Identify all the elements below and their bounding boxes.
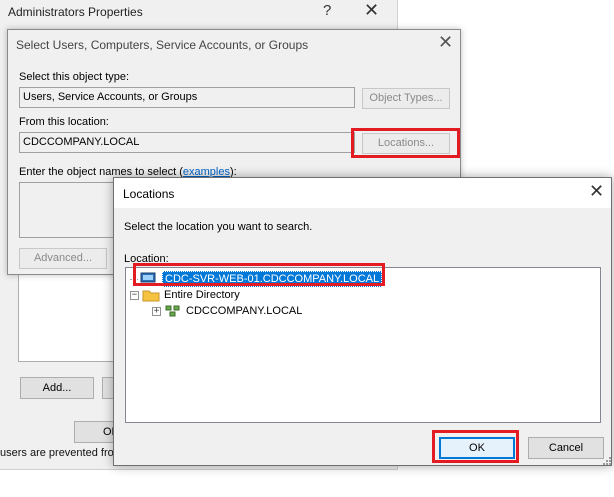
dialog-title: Locations — [123, 187, 175, 201]
locations-highlight-box — [351, 128, 460, 158]
collapse-icon[interactable]: − — [130, 290, 139, 300]
close-icon[interactable]: ✕ — [364, 0, 379, 21]
locations-dialog: Locations ✕ Select the location you want… — [113, 177, 612, 466]
tree-item-label: CDCCOMPANY.LOCAL — [186, 305, 303, 317]
object-type-label: Select this object type: — [19, 71, 130, 83]
object-types-button[interactable]: Object Types... — [362, 88, 450, 109]
info-text: users are prevented from — [0, 447, 116, 459]
tree-item-domain[interactable]: + CDCCOMPANY.LOCAL — [152, 303, 302, 319]
folder-icon — [142, 288, 160, 302]
expand-icon[interactable]: + — [152, 306, 161, 316]
location-tree[interactable]: CDC-SVR-WEB-01.CDCCOMPANY.LOCAL − Entire… — [125, 267, 601, 423]
domain-icon — [164, 304, 182, 318]
title-bar: Locations ✕ — [114, 178, 611, 208]
tree-item-label: Entire Directory — [164, 289, 240, 301]
close-icon[interactable]: ✕ — [438, 32, 453, 53]
close-icon[interactable]: ✕ — [589, 181, 604, 202]
advanced-button[interactable]: Advanced... — [19, 248, 107, 269]
ok-highlight-box — [432, 430, 519, 463]
window-title: Administrators Properties — [8, 5, 143, 19]
object-names-input[interactable] — [19, 182, 119, 238]
help-icon[interactable]: ? — [323, 2, 331, 19]
instruction-text: Select the location you want to search. — [124, 221, 313, 233]
cancel-button[interactable]: Cancel — [528, 437, 604, 459]
location-label: From this location: — [19, 116, 109, 128]
object-type-field: Users, Service Accounts, or Groups — [19, 87, 355, 108]
resize-grip-icon[interactable] — [602, 456, 612, 466]
add-button[interactable]: Add... — [20, 377, 94, 399]
location-field: CDCCOMPANY.LOCAL — [19, 132, 355, 153]
tree-item-entire-directory[interactable]: − Entire Directory — [130, 287, 240, 303]
selection-highlight-box — [133, 263, 385, 286]
dialog-title: Select Users, Computers, Service Account… — [16, 38, 309, 52]
